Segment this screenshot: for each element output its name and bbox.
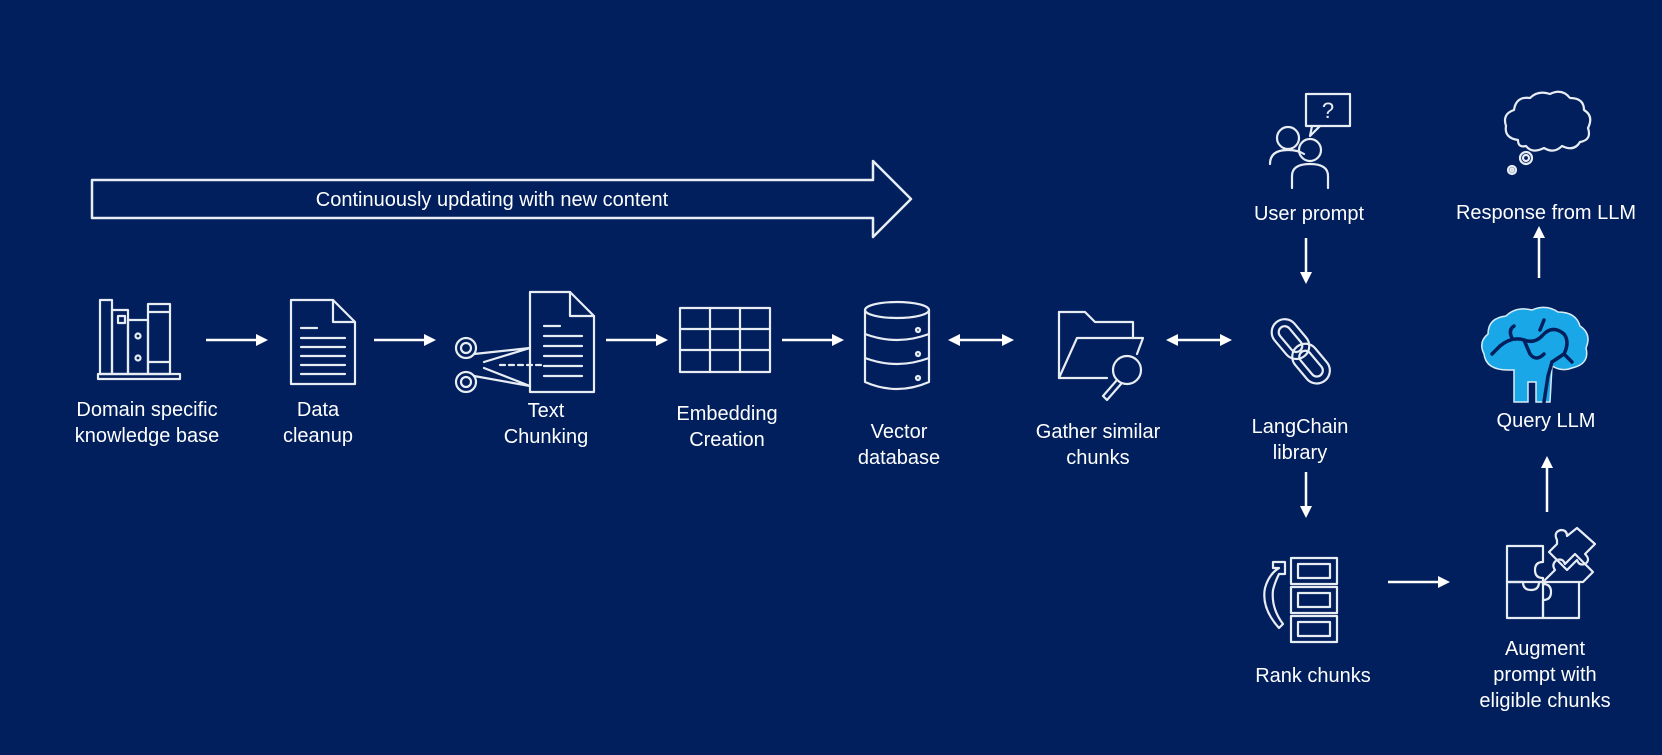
document-icon xyxy=(289,298,357,386)
step-label-gather-similar: Gather similar chunks xyxy=(1035,421,1161,469)
grid-table-icon xyxy=(678,306,772,374)
continuous-update-banner-arrow xyxy=(90,159,913,239)
step-label-vector-database: Vector database xyxy=(857,421,941,469)
brain-icon xyxy=(1481,306,1589,404)
banner-text: Continuously updating with new content xyxy=(315,189,669,211)
step-label-langchain: LangChain library xyxy=(1251,416,1349,464)
chain-link-icon xyxy=(1270,318,1331,385)
arrow-down-icon xyxy=(1300,238,1312,284)
svg-text:?: ? xyxy=(1322,98,1334,123)
arrow-right-icon xyxy=(606,334,668,346)
step-label-knowledge-base: Domain specific knowledge base xyxy=(74,399,220,447)
bookshelf-icon xyxy=(96,298,182,381)
users-question-icon: ? xyxy=(1268,92,1352,190)
step-label-query-llm: Query LLM xyxy=(1496,410,1596,432)
arrow-right-icon xyxy=(1388,576,1450,588)
arrow-right-icon xyxy=(782,334,844,346)
arrow-right-icon xyxy=(206,334,268,346)
step-label-data-cleanup: Data cleanup xyxy=(282,399,354,447)
thought-cloud-icon xyxy=(1503,90,1592,176)
step-label-response: Response from LLM xyxy=(1455,202,1637,224)
arrow-down-icon xyxy=(1300,472,1312,518)
step-label-rank-chunks: Rank chunks xyxy=(1255,665,1371,687)
bidirectional-arrow-icon xyxy=(1166,334,1232,346)
step-label-augment-prompt: Augment prompt with eligible chunks xyxy=(1479,638,1611,712)
bidirectional-arrow-icon xyxy=(948,334,1014,346)
scissors-document-icon xyxy=(454,290,596,394)
step-label-text-chunking: Text Chunking xyxy=(503,400,589,448)
step-label-embedding-creation: Embedding Creation xyxy=(676,403,778,451)
arrow-up-icon xyxy=(1541,456,1553,512)
arrow-right-icon xyxy=(374,334,436,346)
step-label-user-prompt: User prompt xyxy=(1253,203,1365,225)
folder-search-icon xyxy=(1057,310,1145,402)
database-icon xyxy=(863,300,931,391)
rank-list-icon xyxy=(1263,556,1339,644)
puzzle-icon xyxy=(1505,526,1597,620)
arrow-up-icon xyxy=(1533,226,1545,278)
